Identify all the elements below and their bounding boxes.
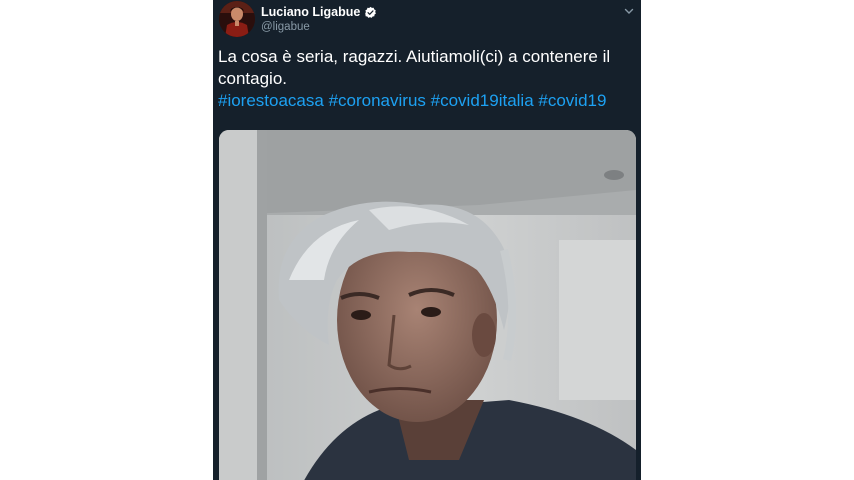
avatar[interactable] xyxy=(219,1,255,37)
avatar-image xyxy=(219,1,255,37)
hashtag-link[interactable]: #iorestoacasa xyxy=(218,91,324,110)
tweet-card: Luciano Ligabue @ligabue La cosa è seria… xyxy=(213,0,641,480)
author-name[interactable]: Luciano Ligabue xyxy=(261,5,377,19)
selfie-photo xyxy=(219,130,636,480)
hashtag-link[interactable]: #coronavirus xyxy=(329,91,426,110)
chevron-down-icon[interactable] xyxy=(623,4,635,16)
hashtag-link[interactable]: #covid19 xyxy=(538,91,606,110)
tweet-text: La cosa è seria, ragazzi. Aiutiamoli(ci)… xyxy=(218,47,611,88)
author-handle[interactable]: @ligabue xyxy=(261,21,310,33)
hashtag-link[interactable]: #covid19italia xyxy=(431,91,534,110)
tweet-media-photo[interactable] xyxy=(219,130,636,480)
author-name-text: Luciano Ligabue xyxy=(261,5,361,19)
verified-badge-icon xyxy=(364,6,377,19)
hashtag-list: #iorestoacasa #coronavirus #covid19itali… xyxy=(218,90,638,112)
